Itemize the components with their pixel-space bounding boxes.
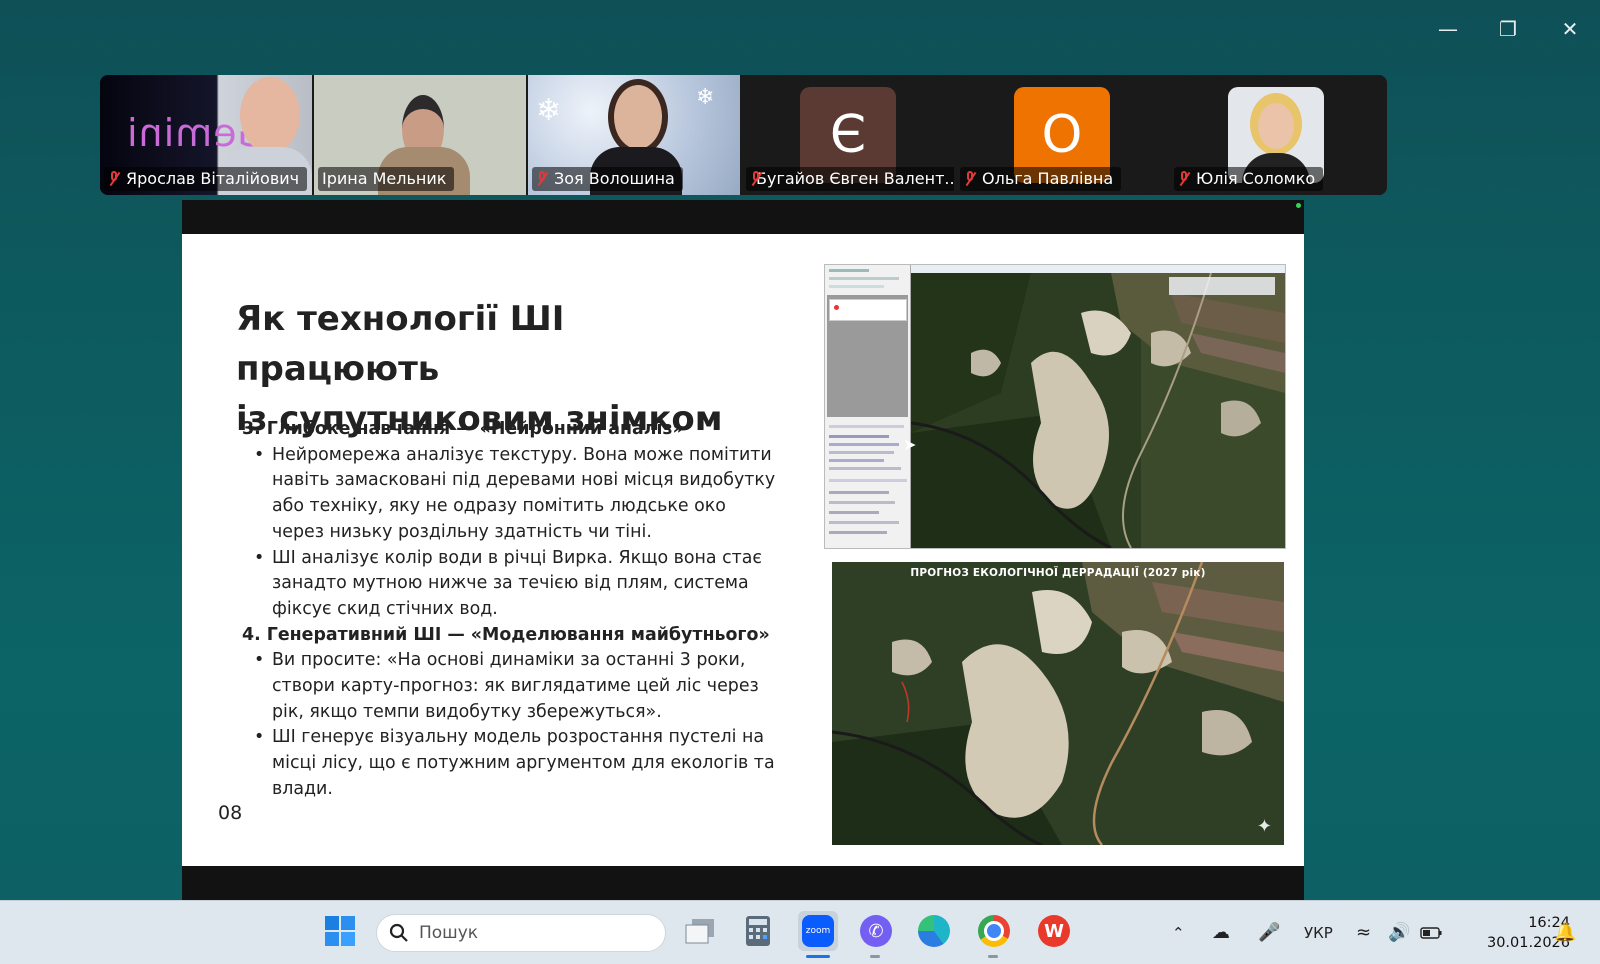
slide-number: 08 — [218, 802, 243, 824]
wps-office-icon[interactable]: W — [1034, 911, 1074, 951]
cloud-offline-icon[interactable]: ☁ — [1212, 901, 1230, 964]
restore-button[interactable]: ❐ — [1490, 14, 1526, 44]
forecast-caption: ПРОГНОЗ ЕКОЛОГІЧНОЇ ДЕРРАДАЦІЇ (2027 рік… — [910, 567, 1206, 579]
mic-muted-icon — [536, 171, 548, 187]
minimize-button[interactable]: — — [1430, 14, 1466, 44]
earth-sidebar-panel — [825, 265, 911, 548]
chrome-running-indicator — [988, 955, 998, 958]
close-button[interactable]: ✕ — [1552, 14, 1588, 44]
show-hidden-icons-chevron-icon[interactable]: ⌃ — [1172, 901, 1185, 964]
participant-name: Бугайов Євген Валент... — [746, 167, 954, 191]
mic-muted-icon — [964, 171, 976, 187]
satellite-map-2 — [832, 562, 1284, 845]
shared-slide: Як технології ШІ працюють із супутникови… — [182, 234, 1304, 866]
calculator-icon[interactable] — [738, 911, 778, 951]
mic-muted-icon — [108, 171, 120, 187]
wifi-icon[interactable]: ≈ — [1356, 901, 1371, 964]
shared-screen-top-bar — [182, 200, 1304, 234]
section-heading: 3. Глибоке навчання — «Нейронний аналіз» — [242, 419, 684, 439]
battery-icon[interactable] — [1420, 901, 1442, 964]
participant-strip: Gemini Ярослав Віталійович Ірина Мельник… — [100, 75, 1387, 195]
pointer-arrow-icon: ➤ — [903, 435, 917, 454]
participant-tile-6[interactable]: Юлія Соломко — [1170, 75, 1382, 195]
bullet-item: Ви просите: «На основі динаміки за остан… — [254, 648, 780, 725]
viber-icon[interactable]: ✆ — [856, 911, 896, 951]
microphone-icon[interactable]: 🎤 — [1258, 901, 1280, 964]
section-heading: 4. Генеративний ШІ — «Моделювання майбут… — [242, 624, 770, 645]
participant-name: Ярослав Віталійович — [104, 167, 308, 191]
search-placeholder: Пошук — [419, 923, 479, 943]
volume-icon[interactable]: 🔊 — [1388, 901, 1410, 964]
shared-screen-bottom-bar — [182, 866, 1304, 900]
participant-tile-2[interactable]: Ірина Мельник — [314, 75, 526, 195]
mic-muted-icon — [1178, 171, 1190, 187]
satellite-image-forecast: ПРОГНОЗ ЕКОЛОГІЧНОЇ ДЕРРАДАЦІЇ (2027 рік… — [832, 562, 1284, 845]
edge-browser-icon[interactable] — [914, 911, 954, 951]
satellite-map-1 — [911, 273, 1285, 548]
satellite-image-current: ➤ — [824, 264, 1286, 549]
chrome-browser-icon[interactable] — [974, 911, 1014, 951]
zoom-active-indicator — [806, 955, 830, 958]
language-indicator[interactable]: УКР — [1304, 901, 1333, 964]
taskbar: Пошук zoom ✆ W ⌃ ☁ 🎤 УКР ≈ 🔊 16:24 30.01… — [0, 900, 1600, 964]
participant-name: Ірина Мельник — [318, 167, 455, 191]
participant-name: Юлія Соломко — [1174, 167, 1324, 191]
viber-running-indicator — [870, 955, 880, 958]
participant-tile-1[interactable]: Gemini Ярослав Віталійович — [100, 75, 312, 195]
sparkle-icon: ✦ — [1256, 816, 1272, 837]
slide-title-line-1: Як технології ШІ працюють — [236, 299, 565, 389]
zoom-app-icon[interactable]: zoom — [798, 911, 838, 951]
sharing-indicator — [1296, 203, 1301, 208]
participant-name: Ольга Павлівна — [960, 167, 1122, 191]
bullet-item: ШІ генерує візуальну модель розростання … — [254, 725, 780, 802]
bullet-item: ШІ аналізує колір води в річці Вирка. Як… — [254, 546, 780, 623]
task-view-icon[interactable] — [680, 911, 720, 951]
participant-name: Зоя Волошина — [532, 167, 683, 191]
search-icon — [389, 923, 408, 942]
slide-content: 3. Глибоке навчання — «Нейронний аналіз»… — [240, 417, 780, 803]
notifications-bell-icon[interactable]: 🔔 — [1554, 901, 1576, 964]
participant-tile-5[interactable]: О Ольга Павлівна — [956, 75, 1168, 195]
earth-toolbar — [911, 265, 1285, 273]
taskbar-search-box[interactable]: Пошук — [376, 914, 666, 952]
zoom-logo-text: zoom — [802, 915, 834, 947]
participant-tile-4[interactable]: Є Бугайов Євген Валент... — [742, 75, 954, 195]
bullet-item: Нейромережа аналізує текстуру. Вона може… — [254, 443, 780, 546]
participant-tile-3[interactable]: ❄ ❄ Зоя Волошина — [528, 75, 740, 195]
start-windows-icon[interactable] — [320, 911, 360, 951]
